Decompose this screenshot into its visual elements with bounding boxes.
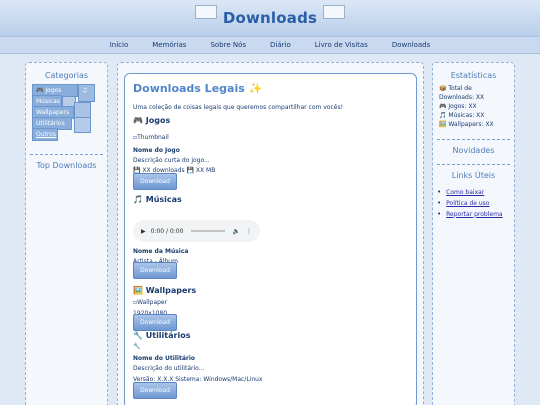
categories-list: ♫ 🎮 Jogos Músicas Wallpapers Utilitários… — [32, 84, 107, 148]
logo-image-right — [323, 5, 346, 19]
download-wallpaper-button[interactable]: Download — [133, 314, 177, 331]
intro-text: Uma coleção de coisas legais que queremo… — [133, 104, 343, 111]
section-wallpapers-heading: 🖼️ Wallpapers — [133, 286, 197, 295]
section-jogos-heading: 🎮 Jogos — [133, 116, 171, 125]
useful-links: Como baixar Política de uso Reportar pro… — [433, 188, 514, 218]
downloads-card: Downloads Legais ✨ Uma coleção de coisas… — [124, 73, 417, 405]
links-title: Links Úteis — [451, 171, 496, 180]
audio-player[interactable]: ▶ 0:00 / 0:00 🔈 ⋮ — [133, 220, 260, 242]
divider — [30, 154, 103, 155]
link-politica-uso[interactable]: Política de uso — [446, 200, 489, 207]
stats-title: Estatísticas — [450, 71, 497, 80]
more-options-icon[interactable]: ⋮ — [246, 228, 252, 235]
top-downloads-title: Top Downloads — [36, 161, 97, 170]
nav-memorias[interactable]: Memórias — [152, 41, 186, 49]
volume-icon[interactable]: 🔈 — [233, 228, 240, 235]
audio-progress-track[interactable] — [191, 230, 225, 232]
list-item: Como baixar — [437, 188, 510, 196]
game-description: Descrição curta do jogo... — [133, 157, 210, 164]
music-note-icon: ♫ — [78, 84, 95, 102]
download-music-button[interactable]: Download — [133, 262, 177, 279]
utility-icon: 🔧 — [133, 343, 141, 350]
news-title: Novidades — [452, 146, 495, 155]
site-title: Downloads — [222, 9, 318, 27]
audio-time: 0:00 / 0:00 — [150, 227, 184, 235]
download-game-button[interactable]: Download — [133, 173, 177, 190]
nav-downloads[interactable]: Downloads — [392, 41, 430, 49]
stat-jogos: 🎮 Jogos: XX — [439, 103, 477, 110]
stat-total: 📦 Total de Downloads: XX — [439, 85, 485, 101]
section-musicas-heading: 🎵 Músicas — [133, 195, 182, 204]
wallpaper-image: ▫Wallpaper — [133, 299, 168, 306]
category-image-icon — [74, 102, 91, 118]
stat-musicas: 🎵 Músicas: XX — [439, 112, 485, 119]
main-content: Downloads Legais ✨ Uma coleção de coisas… — [117, 62, 424, 405]
divider — [437, 164, 510, 165]
category-image-icon — [74, 117, 91, 133]
nav-inicio[interactable]: Início — [110, 41, 129, 49]
category-outros[interactable]: Outros — [32, 128, 58, 141]
site-header: Downloads — [0, 0, 540, 36]
music-name: Nome da Música — [133, 248, 189, 255]
link-reportar-problema[interactable]: Reportar problema — [446, 211, 502, 218]
nav-sobre[interactable]: Sobre Nós — [210, 41, 246, 49]
list-item: Política de uso — [437, 199, 510, 207]
nav-diario[interactable]: Diário — [270, 41, 291, 49]
download-utility-button[interactable]: Download — [133, 382, 177, 399]
stats-list: 📦 Total de Downloads: XX 🎮 Jogos: XX 🎵 M… — [433, 80, 514, 133]
section-utilitarios-heading: 🔧 Utilitários — [133, 331, 191, 340]
stat-wallpapers: 🖼️ Wallpapers: XX — [439, 121, 494, 128]
link-como-baixar[interactable]: Como baixar — [446, 189, 484, 196]
list-item: Reportar problema — [437, 210, 510, 218]
logo-image-left — [194, 5, 217, 19]
play-icon[interactable]: ▶ — [141, 228, 146, 235]
divider — [437, 139, 510, 140]
categories-title: Categorias — [44, 71, 89, 80]
right-sidebar: Estatísticas 📦 Total de Downloads: XX 🎮 … — [432, 62, 515, 405]
left-sidebar: Categorias ♫ 🎮 Jogos Músicas Wallpapers … — [25, 62, 108, 405]
nav-livro[interactable]: Livro de Visitas — [315, 41, 368, 49]
utility-description: Descrição do utilitário... — [133, 365, 205, 372]
game-thumbnail: ▫Thumbnail — [133, 134, 169, 141]
main-nav: Início Memórias Sobre Nós Diário Livro d… — [0, 36, 540, 54]
utility-name: Nome do Utilitário — [133, 355, 196, 362]
game-name: Nome do Jogo — [133, 147, 180, 154]
page-title: Downloads Legais ✨ — [133, 82, 263, 95]
